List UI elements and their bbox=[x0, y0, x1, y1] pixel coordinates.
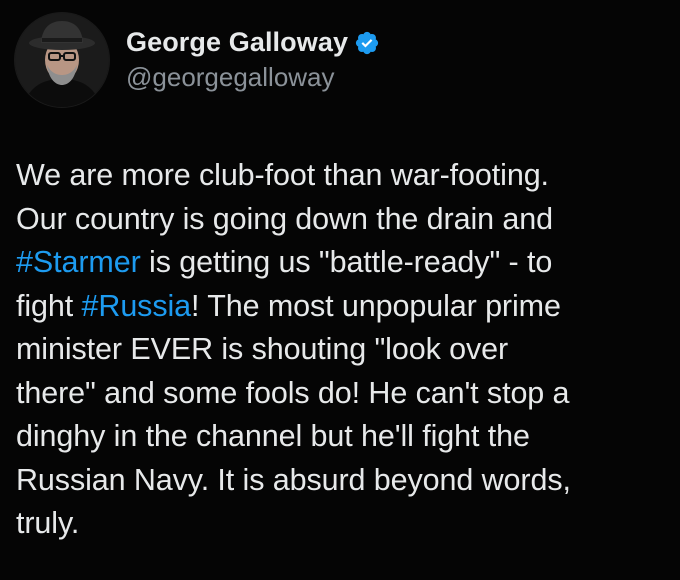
author-handle[interactable]: @georgegalloway bbox=[126, 62, 380, 93]
verified-badge-icon bbox=[354, 30, 380, 56]
tweet-header: George Galloway @georgegalloway bbox=[14, 12, 380, 108]
tweet-text-segment: truly. bbox=[16, 506, 80, 540]
tweet-text-segment: fight bbox=[16, 288, 82, 323]
tweet-text-segment: Our country is going down the drain and bbox=[16, 201, 553, 236]
author-display-name[interactable]: George Galloway bbox=[126, 27, 348, 58]
tweet-text-segment: dinghy in the channel but he'll fight th… bbox=[16, 419, 530, 453]
tweet-text-segment: We are more club-foot than war-footing. bbox=[16, 158, 549, 192]
tweet-text-line: Our country is going down the drain and bbox=[16, 198, 671, 242]
tweet-text-line: there" and some fools do! He can't stop … bbox=[16, 372, 671, 416]
hashtag-link[interactable]: #Starmer bbox=[16, 245, 141, 279]
tweet-text-segment: is getting us "battle-ready" - to bbox=[140, 245, 553, 279]
tweet-text-line: dinghy in the channel but he'll fight th… bbox=[16, 415, 671, 459]
author-names: George Galloway @georgegalloway bbox=[126, 13, 380, 107]
tweet-text-line: We are more club-foot than war-footing. bbox=[16, 154, 671, 198]
tweet-text-line: minister EVER is shouting "look over bbox=[16, 328, 671, 372]
tweet-text-line: #Starmer is getting us "battle-ready" - … bbox=[16, 241, 671, 285]
tweet-text-segment: ! The most unpopular prime bbox=[191, 288, 561, 323]
name-row: George Galloway bbox=[126, 27, 380, 58]
tweet-card: George Galloway @georgegalloway We are m… bbox=[0, 0, 680, 580]
tweet-text-line: Russian Navy. It is absurd beyond words, bbox=[16, 459, 671, 503]
tweet-text-segment: there" and some fools do! He can't stop … bbox=[16, 375, 570, 410]
avatar-portrait-icon bbox=[15, 13, 109, 107]
author-avatar[interactable] bbox=[14, 12, 110, 108]
hashtag-link[interactable]: #Russia bbox=[82, 289, 192, 323]
tweet-text-segment: Russian Navy. It is absurd beyond words, bbox=[16, 462, 571, 497]
tweet-text-segment: minister EVER is shouting "look over bbox=[16, 332, 509, 366]
tweet-text: We are more club-foot than war-footing. O… bbox=[16, 154, 671, 546]
tweet-text-line: truly. bbox=[16, 502, 671, 546]
tweet-text-line: fight #Russia! The most unpopular prime bbox=[16, 285, 671, 329]
